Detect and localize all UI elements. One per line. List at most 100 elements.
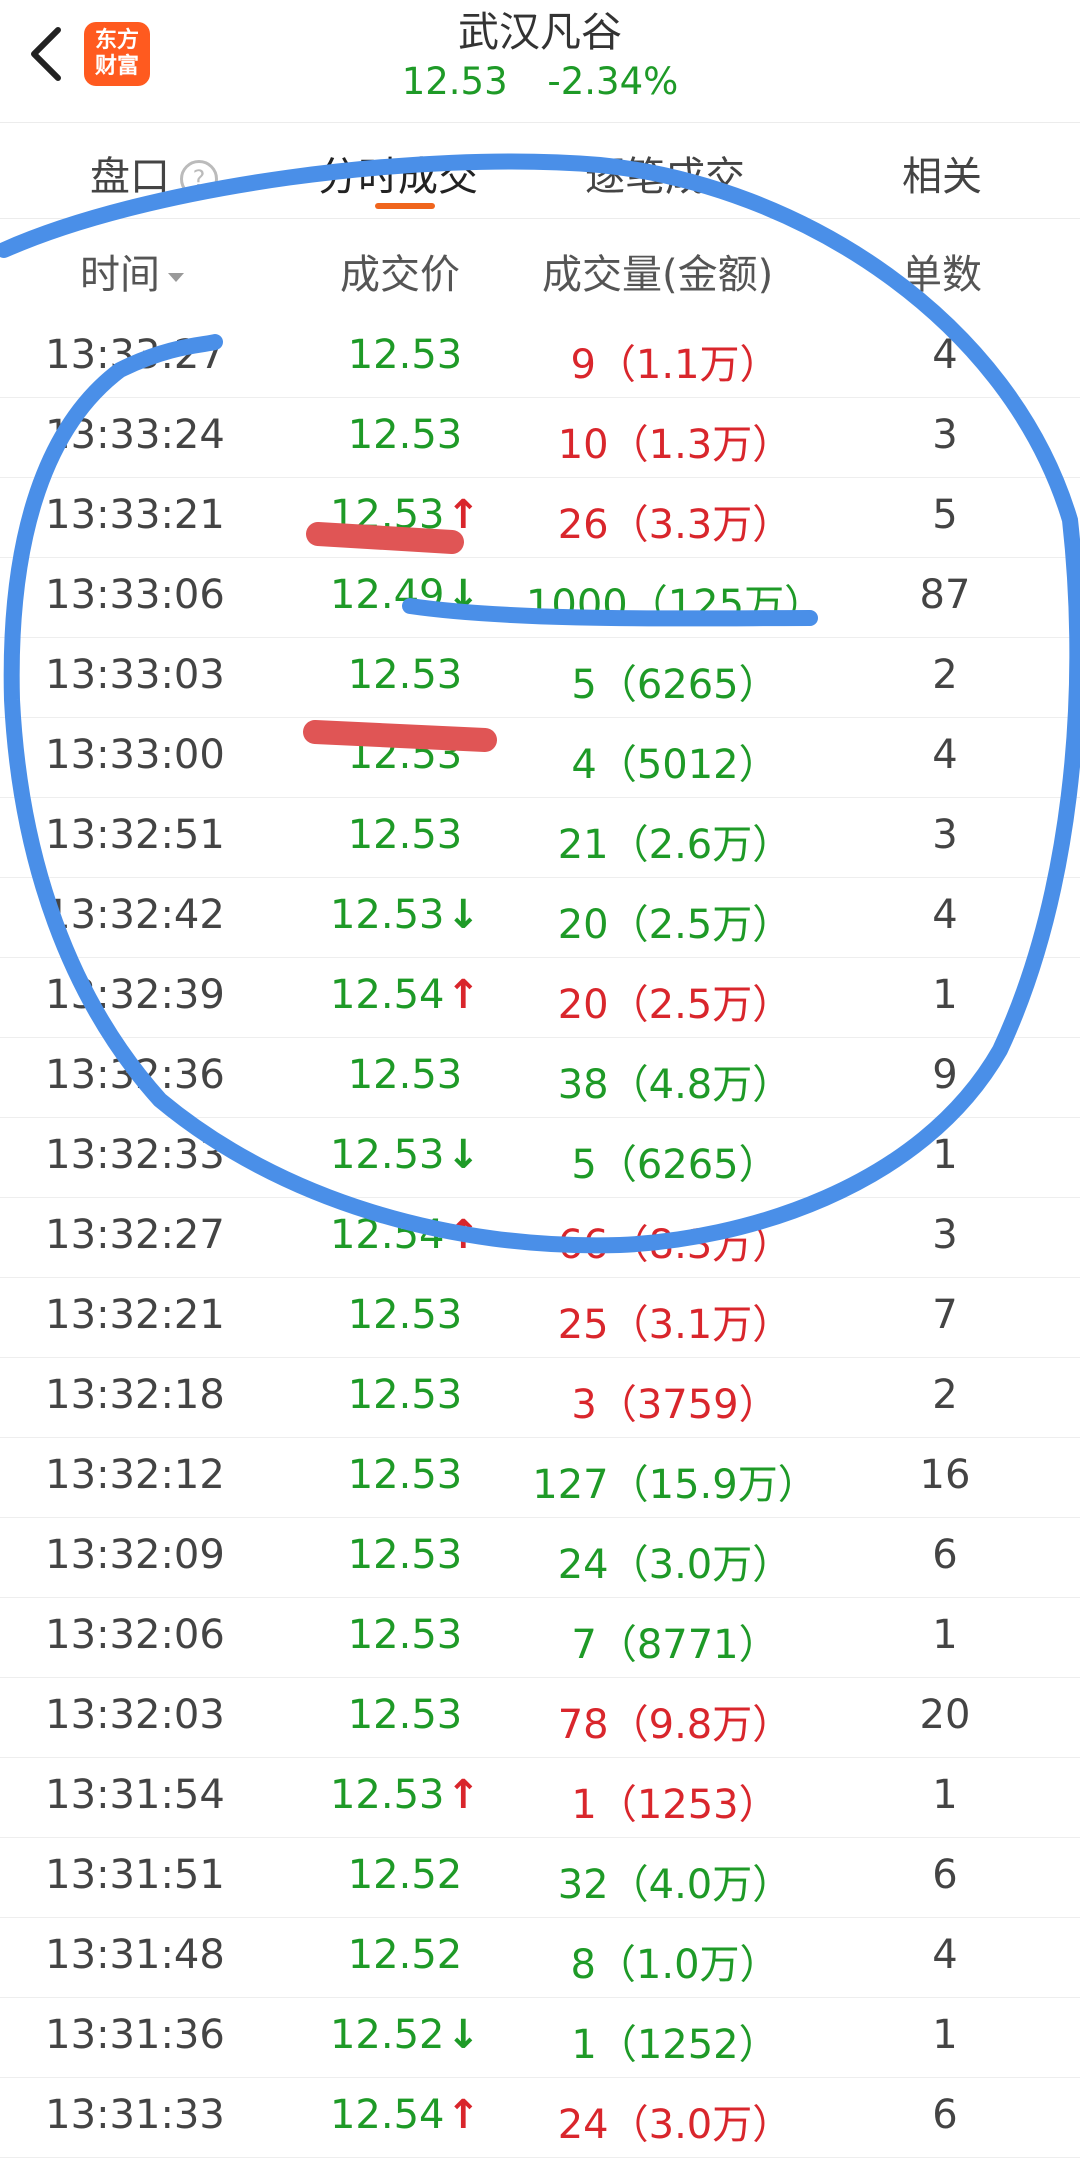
trade-price-value: 12.54: [329, 972, 445, 1018]
trade-time: 13:31:51: [45, 1852, 225, 1898]
trade-price: 12.53↓: [300, 892, 510, 938]
table-row[interactable]: 13:32:42 12.53↓ 20（2.5万） 4: [0, 878, 1080, 958]
trade-count: 6: [932, 1532, 958, 1578]
trade-volume: 38（4.8万）: [557, 1062, 793, 1108]
trade-time: 13:31:48: [45, 1932, 225, 1978]
trade-price: 12.53: [300, 812, 510, 858]
trade-count: 1: [932, 1612, 958, 1658]
table-row[interactable]: 13:32:18 12.53 3（3759） 2: [0, 1358, 1080, 1438]
table-row[interactable]: 13:32:09 12.53 24（3.0万） 6: [0, 1518, 1080, 1598]
trade-count: 5: [932, 492, 958, 538]
trade-volume: 1000（125万）: [525, 582, 825, 628]
table-row[interactable]: 13:31:54 12.53↑ 1（1253） 1: [0, 1758, 1080, 1838]
trade-price-value: 12.53: [347, 1452, 463, 1498]
tab-fenshi-chengjiao[interactable]: 分时成交: [318, 144, 478, 202]
trade-price-value: 12.53: [347, 332, 463, 378]
table-row[interactable]: 13:33:00 12.53 4（5012） 4: [0, 718, 1080, 798]
table-row[interactable]: 13:33:03 12.53 5（6265） 2: [0, 638, 1080, 718]
arrow-down-icon: ↓: [446, 2012, 481, 2058]
trade-count: 1: [932, 972, 958, 1018]
trade-volume: 20（2.5万）: [557, 982, 793, 1028]
trade-time: 13:33:21: [45, 492, 225, 538]
trade-count: 6: [932, 1852, 958, 1898]
trade-count: 4: [932, 732, 958, 778]
table-row[interactable]: 13:31:36 12.52↓ 1（1252） 1: [0, 1998, 1080, 2078]
tab-pankou[interactable]: 盘口?: [90, 144, 218, 202]
column-time[interactable]: 时间: [80, 242, 184, 300]
trade-price: 12.52↓: [300, 2012, 510, 2058]
trade-price: 12.53: [300, 412, 510, 458]
trade-volume: 25（3.1万）: [557, 1302, 793, 1348]
trade-price-value: 12.53: [347, 652, 463, 698]
trade-count: 1: [932, 1132, 958, 1178]
trade-count: 2: [932, 652, 958, 698]
table-row[interactable]: 13:32:03 12.53 78（9.8万） 20: [0, 1678, 1080, 1758]
arrow-up-icon: ↑: [446, 492, 481, 538]
trade-volume: 1（1253）: [571, 1782, 779, 1828]
trade-count: 3: [932, 1212, 958, 1258]
trade-price-value: 12.53: [347, 1372, 463, 1418]
table-row[interactable]: 13:32:36 12.53 38（4.8万） 9: [0, 1038, 1080, 1118]
table-row[interactable]: 13:33:27 12.53 9（1.1万） 4: [0, 318, 1080, 398]
trade-price: 12.53↑: [300, 1772, 510, 1818]
trade-volume: 20（2.5万）: [557, 902, 793, 948]
arrow-up-icon: ↑: [446, 1212, 481, 1258]
trade-time: 13:32:36: [45, 1052, 225, 1098]
column-count: 单数: [902, 252, 982, 298]
tab-zhubi-chengjiao[interactable]: 逐笔成交: [585, 144, 745, 202]
table-row[interactable]: 13:32:33 12.53↓ 5（6265） 1: [0, 1118, 1080, 1198]
trade-time: 13:32:03: [45, 1692, 225, 1738]
trade-time: 13:31:54: [45, 1772, 225, 1818]
table-row[interactable]: 13:32:06 12.53 7（8771） 1: [0, 1598, 1080, 1678]
column-volume: 成交量(金额): [542, 252, 774, 298]
tab-related-label: 相关: [902, 154, 982, 200]
trade-list[interactable]: 13:33:27 12.53 9（1.1万） 4 13:33:24 12.53 10（1.3…: [0, 318, 1080, 2158]
trade-time: 13:32:09: [45, 1532, 225, 1578]
table-row[interactable]: 13:32:12 12.53 127（15.9万） 16: [0, 1438, 1080, 1518]
trade-volume: 26（3.3万）: [557, 502, 793, 548]
table-row[interactable]: 13:33:06 12.49↓ 1000（125万） 87: [0, 558, 1080, 638]
table-row[interactable]: 13:32:51 12.53 21（2.6万） 3: [0, 798, 1080, 878]
trade-price-value: 12.53: [347, 1612, 463, 1658]
trade-time: 13:32:39: [45, 972, 225, 1018]
trade-price: 12.53↓: [300, 1132, 510, 1178]
trade-price-value: 12.53: [347, 412, 463, 458]
trade-price-value: 12.53: [329, 892, 445, 938]
trade-time: 13:31:33: [45, 2092, 225, 2138]
table-row[interactable]: 13:33:21 12.53↑ 26（3.3万） 5: [0, 478, 1080, 558]
trade-price-value: 12.49: [329, 572, 445, 618]
trade-price: 12.53: [300, 1612, 510, 1658]
arrow-up-icon: ↑: [446, 972, 481, 1018]
help-icon[interactable]: ?: [180, 160, 218, 198]
active-tab-indicator: [375, 203, 435, 209]
sort-down-icon: [168, 272, 184, 282]
trade-volume: 9（1.1万）: [570, 342, 780, 388]
trade-count: 3: [932, 812, 958, 858]
table-row[interactable]: 13:32:39 12.54↑ 20（2.5万） 1: [0, 958, 1080, 1038]
arrow-up-icon: ↑: [446, 2092, 481, 2138]
trade-volume: 24（3.0万）: [557, 1542, 793, 1588]
trade-volume: 24（3.0万）: [557, 2102, 793, 2148]
table-row[interactable]: 13:31:33 12.54↑ 24（3.0万） 6: [0, 2078, 1080, 2158]
trade-price-value: 12.53: [347, 732, 463, 778]
trade-time: 13:32:33: [45, 1132, 225, 1178]
top-bar: 东方 财富 武汉凡谷 12.53 -2.34%: [0, 0, 1080, 123]
trade-count: 6: [932, 2092, 958, 2138]
trade-volume: 1（1252）: [571, 2022, 779, 2068]
table-row[interactable]: 13:32:21 12.53 25（3.1万） 7: [0, 1278, 1080, 1358]
trade-time: 13:32:21: [45, 1292, 225, 1338]
trade-price: 12.53: [300, 332, 510, 378]
trade-time: 13:32:42: [45, 892, 225, 938]
table-row[interactable]: 13:33:24 12.53 10（1.3万） 3: [0, 398, 1080, 478]
tab-related[interactable]: 相关: [902, 144, 982, 202]
table-row[interactable]: 13:31:51 12.52 32（4.0万） 6: [0, 1838, 1080, 1918]
table-row[interactable]: 13:32:27 12.54↑ 66（8.3万） 3: [0, 1198, 1080, 1278]
trade-price-value: 12.53: [347, 1292, 463, 1338]
arrow-up-icon: ↑: [446, 1772, 481, 1818]
table-row[interactable]: 13:31:48 12.52 8（1.0万） 4: [0, 1918, 1080, 1998]
tab-pankou-label: 盘口: [90, 154, 170, 200]
trade-time: 13:32:18: [45, 1372, 225, 1418]
trade-volume: 7（8771）: [571, 1622, 779, 1668]
trade-price: 12.53: [300, 652, 510, 698]
tab-fenshi-label: 分时成交: [318, 154, 478, 200]
